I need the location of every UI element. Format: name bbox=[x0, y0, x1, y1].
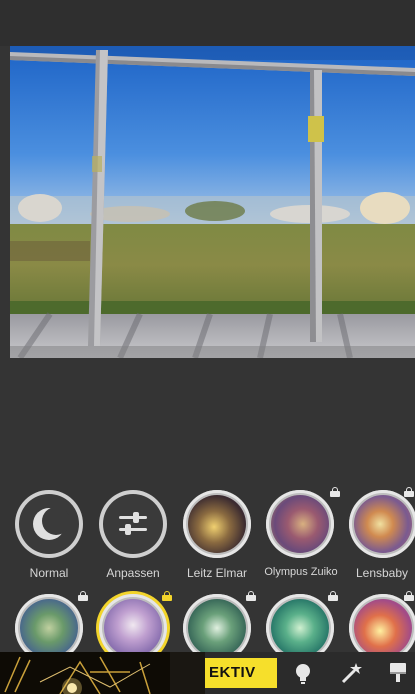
lock-icon bbox=[328, 591, 338, 601]
lock-icon bbox=[162, 591, 172, 601]
lens-preview bbox=[188, 599, 246, 657]
lens-preview bbox=[271, 599, 329, 657]
lens-preview bbox=[354, 495, 412, 553]
lens-label-normal: Normal bbox=[29, 566, 69, 580]
lens-inner bbox=[20, 495, 78, 553]
lens-label-olympus-zuiko: Olympus Zuiko bbox=[264, 566, 338, 578]
top-bar bbox=[0, 0, 415, 46]
lens-label-adjust: Anpassen bbox=[106, 566, 160, 580]
lock-icon bbox=[404, 591, 414, 601]
lens-preview bbox=[20, 599, 78, 657]
lens-adjust-button[interactable] bbox=[99, 490, 167, 558]
lens-normal-button[interactable] bbox=[15, 490, 83, 558]
lock-icon bbox=[330, 487, 340, 497]
tab-objektiv[interactable]: EKTIV bbox=[205, 658, 277, 688]
lens-label-leitz-elmar: Leitz Elmar bbox=[186, 566, 248, 580]
sliders-icon bbox=[119, 512, 147, 535]
lock-icon bbox=[404, 487, 414, 497]
moon-icon bbox=[33, 507, 70, 540]
lock-icon bbox=[246, 591, 256, 601]
lens-lensbaby-button[interactable] bbox=[349, 490, 415, 558]
lens-preview bbox=[188, 495, 246, 553]
lens-olympus-zuiko-button[interactable] bbox=[266, 490, 334, 558]
lens-label-lensbaby: Lensbaby bbox=[355, 566, 409, 580]
lens-preview bbox=[104, 599, 162, 657]
editor-empty-area bbox=[0, 358, 415, 488]
lens-inner bbox=[104, 495, 162, 553]
magic-wand-icon[interactable] bbox=[338, 660, 364, 686]
photo-preview[interactable] bbox=[10, 46, 415, 358]
lightbulb-icon[interactable] bbox=[290, 660, 316, 686]
lock-icon bbox=[78, 591, 88, 601]
image-thumbnail[interactable] bbox=[0, 652, 205, 694]
brush-icon[interactable] bbox=[385, 660, 411, 686]
lens-preview bbox=[354, 599, 412, 657]
lens-leitz-elmar-button[interactable] bbox=[183, 490, 251, 558]
lens-preview bbox=[271, 495, 329, 553]
